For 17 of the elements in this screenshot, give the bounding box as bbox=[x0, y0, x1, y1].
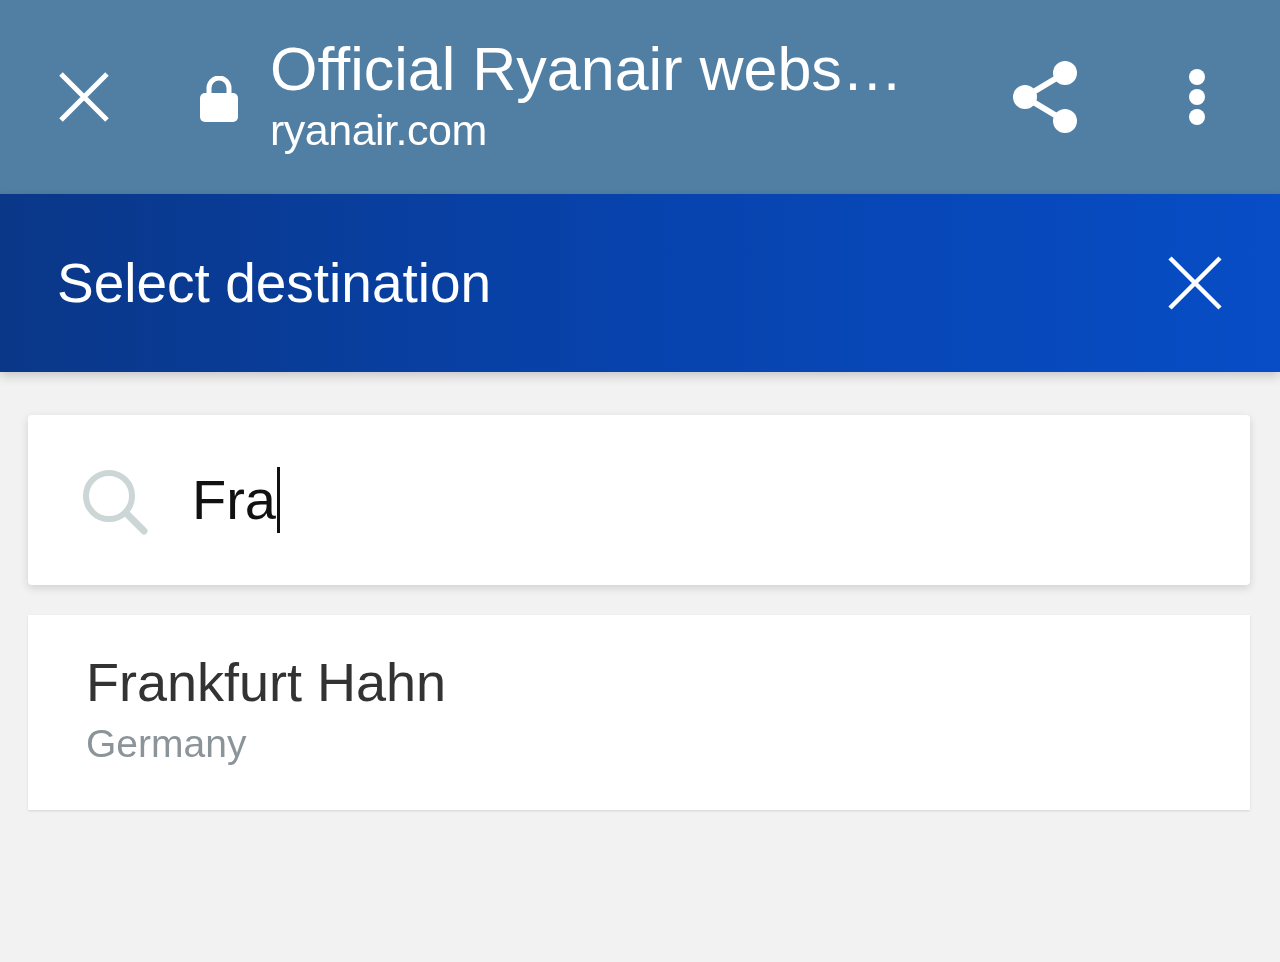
header-title: Select destination bbox=[57, 251, 492, 315]
search-icon bbox=[82, 469, 148, 535]
country-name: Germany bbox=[86, 720, 247, 767]
share-button[interactable] bbox=[1012, 61, 1078, 133]
close-icon bbox=[59, 72, 109, 122]
close-button[interactable] bbox=[58, 71, 110, 123]
menu-button[interactable] bbox=[1188, 68, 1206, 126]
close-button[interactable] bbox=[1168, 256, 1222, 310]
search-field[interactable]: Fra bbox=[28, 415, 1250, 585]
lock-icon bbox=[200, 76, 238, 122]
page-url: ryanair.com bbox=[270, 105, 487, 155]
page-title: Official Ryanair webs… bbox=[270, 34, 903, 105]
share-icon bbox=[1012, 61, 1078, 133]
airport-name: Frankfurt Hahn bbox=[86, 650, 447, 714]
result-item[interactable]: Frankfurt Hahn Germany bbox=[28, 615, 1250, 810]
close-icon bbox=[1168, 256, 1222, 310]
more-options-icon bbox=[1188, 68, 1206, 126]
